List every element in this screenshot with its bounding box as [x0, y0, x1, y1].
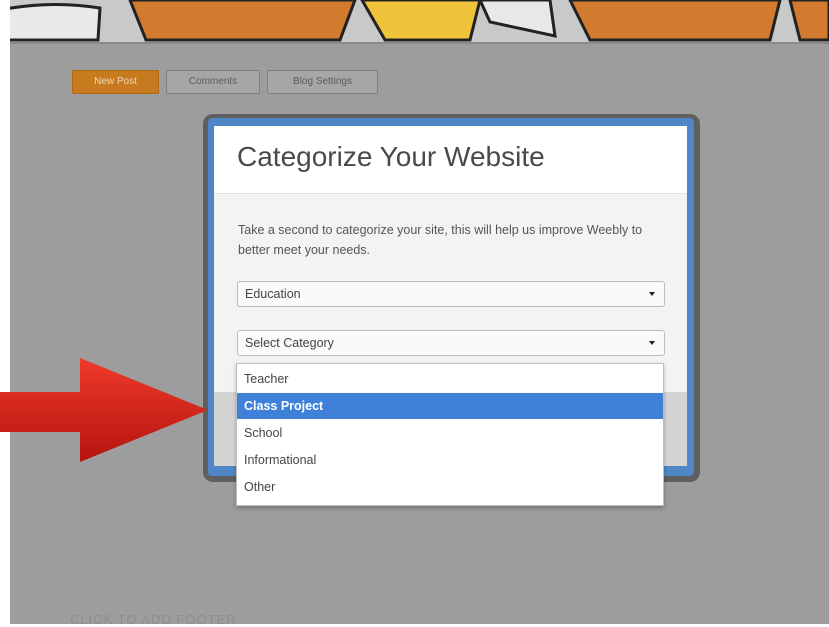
category-select-value: Select Category [245, 336, 334, 350]
option-other[interactable]: Other [237, 474, 663, 500]
option-informational[interactable]: Informational [237, 447, 663, 473]
modal-title: Categorize Your Website [237, 141, 545, 172]
option-school[interactable]: School [237, 420, 663, 446]
red-arrow-pointer [0, 358, 208, 462]
comments-button[interactable]: Comments [166, 70, 260, 94]
modal-description: Take a second to categorize your site, t… [238, 223, 643, 257]
new-post-button[interactable]: New Post [72, 70, 159, 94]
category-select[interactable]: Select Category [237, 330, 665, 356]
site-type-select[interactable]: Education [237, 281, 665, 307]
chevron-down-icon [649, 341, 655, 345]
category-dropdown-list: Teacher Class Project School Information… [236, 363, 664, 506]
blog-settings-button[interactable]: Blog Settings [267, 70, 378, 94]
add-footer-link[interactable]: CLICK TO ADD FOOTER [70, 612, 237, 627]
site-type-select-value: Education [245, 287, 301, 301]
option-teacher[interactable]: Teacher [237, 366, 663, 392]
option-class-project[interactable]: Class Project [237, 393, 663, 419]
chevron-down-icon [649, 292, 655, 296]
header-banner [10, 0, 829, 44]
